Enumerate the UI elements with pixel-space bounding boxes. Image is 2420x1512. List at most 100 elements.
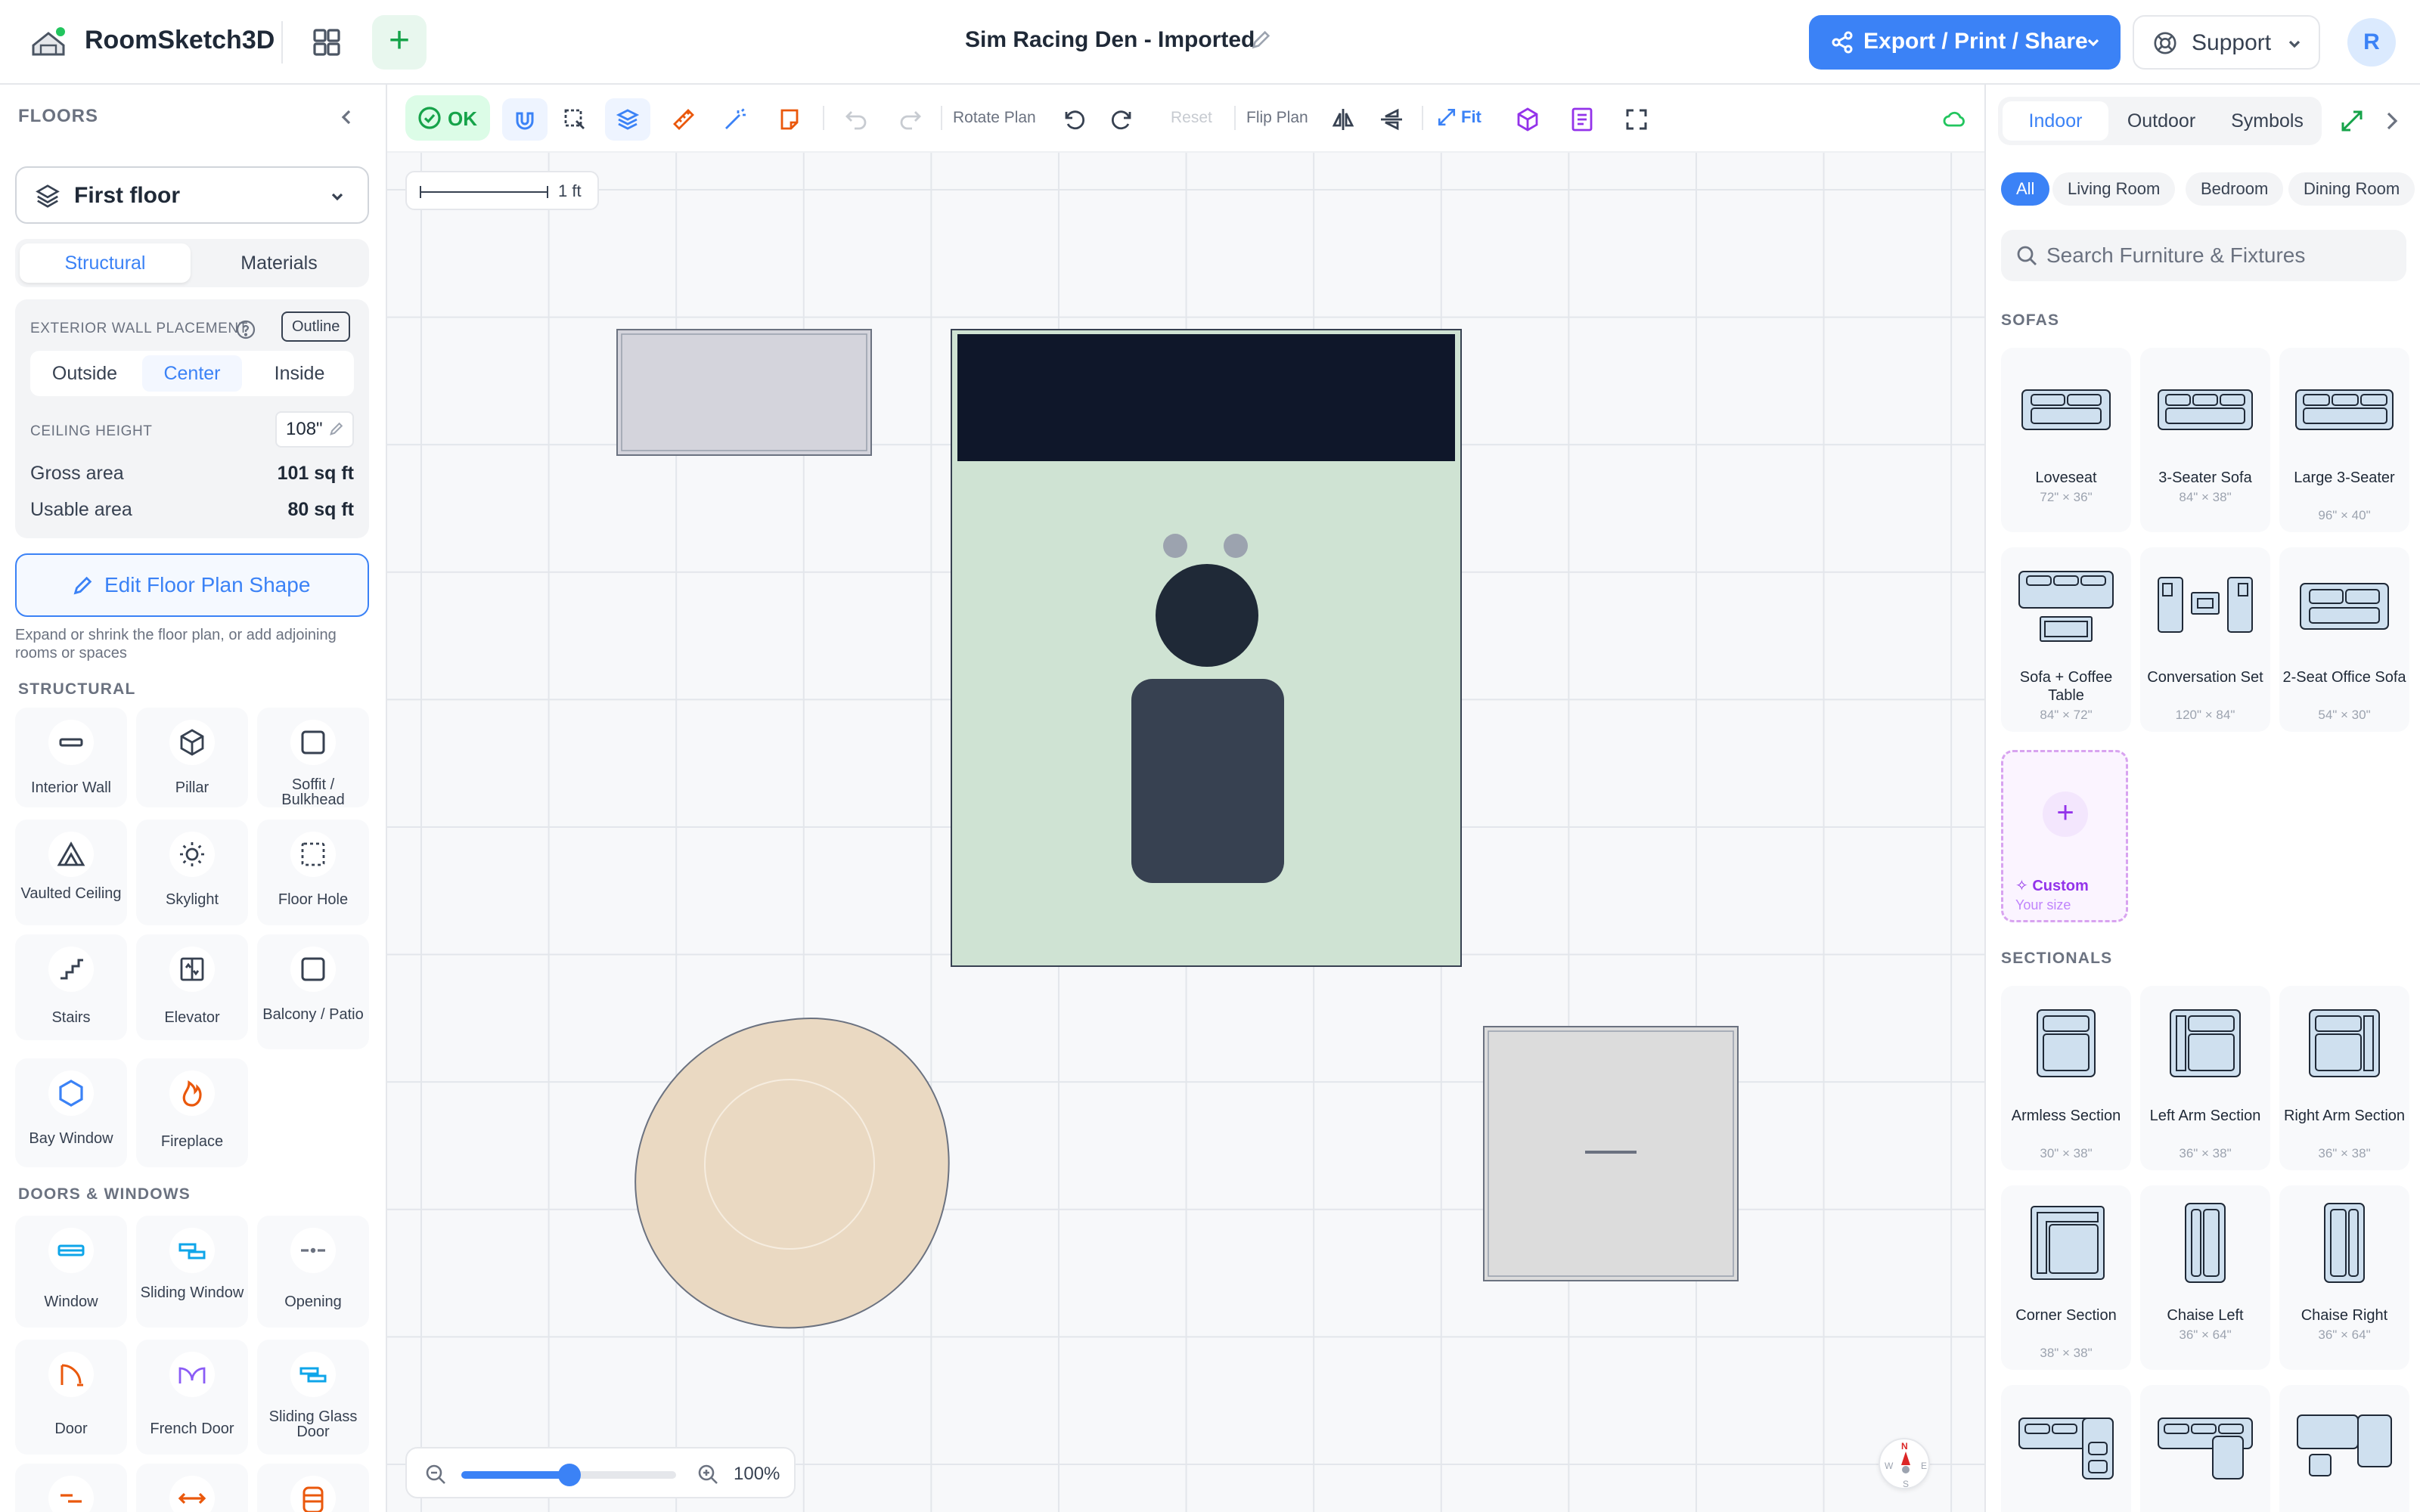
flip-vertical-icon[interactable] [1373,98,1410,141]
chevron-right-icon[interactable] [2379,109,2403,133]
help-icon[interactable] [236,318,256,339]
tab-indoor[interactable]: Indoor [2003,101,2108,141]
tile-skylight[interactable]: Skylight [136,820,248,925]
redo-icon[interactable] [892,98,929,141]
search-input[interactable] [2046,230,2394,281]
ceiling-height-field[interactable]: 108" [275,411,354,448]
card-2-seat-office-sofa[interactable]: 2-Seat Office Sofa 54" × 30" [2279,547,2409,732]
magic-wand-icon[interactable] [717,98,753,141]
document-title[interactable]: Sim Racing Den - Imported [965,27,1255,53]
card-sectional-set-1[interactable] [2001,1385,2131,1512]
magnet-snap-icon[interactable] [502,98,548,141]
fullscreen-icon[interactable] [1618,98,1655,141]
round-ottoman[interactable] [634,1018,950,1329]
compass-icon[interactable]: N W E S [1879,1438,1930,1489]
undo-icon[interactable] [838,98,874,141]
reset-button[interactable]: Reset [1171,109,1212,127]
outline-button[interactable]: Outline [281,311,351,342]
wall-option-outside[interactable]: Outside [35,355,135,392]
card-right-arm-section[interactable]: Right Arm Section 36" × 38" [2279,986,2409,1170]
tile-label: Interior Wall [31,779,111,796]
tile-floor-hole[interactable]: Floor Hole [257,820,369,925]
tile-fireplace[interactable]: Fireplace [136,1058,248,1167]
select-area-icon[interactable] [557,98,593,141]
rename-pencil-icon[interactable] [1249,29,1272,51]
edit-floor-plan-shape-button[interactable]: Edit Floor Plan Shape [15,553,369,617]
card-loveseat[interactable]: Loveseat 72" × 36" [2001,348,2131,532]
card-chaise-left[interactable]: Chaise Left 36" × 64" [2140,1185,2270,1370]
cloud-saved-icon[interactable] [1936,98,1972,141]
tab-materials[interactable]: Materials [194,243,365,283]
wall-option-center[interactable]: Center [142,355,242,392]
layers-toggle-icon[interactable] [605,98,650,141]
tab-outdoor[interactable]: Outdoor [2108,101,2214,141]
chip-living-room[interactable]: Living Room [2052,172,2176,206]
chip-all[interactable]: All [2001,172,2050,206]
tab-symbols[interactable]: Symbols [2214,101,2320,141]
card-sectional-set-2[interactable] [2140,1385,2270,1512]
card-corner-section[interactable]: Corner Section 38" × 38" [2001,1185,2131,1370]
rotate-left-icon[interactable] [1056,98,1092,141]
tile-opening[interactable]: Opening [257,1216,369,1328]
tab-structural[interactable]: Structural [20,243,191,283]
tile-interior-wall[interactable]: Interior Wall [15,708,127,807]
flip-horizontal-icon[interactable] [1325,98,1361,141]
wall-option-inside[interactable]: Inside [250,355,349,392]
zoom-in-icon[interactable] [697,1464,718,1485]
card-conversation-set[interactable]: Conversation Set 120" × 84" [2140,547,2270,732]
app-logo-icon[interactable] [27,21,70,64]
fit-button[interactable]: Fit [1437,98,1491,141]
new-project-button[interactable]: + [372,15,427,70]
tile-door[interactable]: Door [15,1340,127,1455]
card-armless-section[interactable]: Armless Section 30" × 38" [2001,986,2131,1170]
card-sectional-set-3[interactable] [2279,1385,2409,1512]
plan-grid[interactable]: 1 ft 100% N W E S [387,153,1984,1512]
floor-select[interactable]: First floor [15,166,369,224]
expand-panel-icon[interactable] [2340,109,2364,133]
tile-more-3[interactable] [257,1464,369,1512]
user-avatar[interactable]: R [2347,18,2396,67]
zoom-slider[interactable] [461,1464,676,1486]
tile-label: Door [54,1421,88,1437]
zoom-slider-knob[interactable] [558,1464,581,1486]
armless-section-thumbnail [2037,1009,2096,1077]
report-icon[interactable] [1564,98,1600,141]
collapse-chevron-left-icon[interactable] [336,106,357,127]
tile-sliding-window[interactable]: Sliding Window [136,1216,248,1328]
square-icon [290,720,336,765]
tile-bay-window[interactable]: Bay Window [15,1058,127,1167]
tv-screen[interactable] [957,334,1455,461]
tile-pillar[interactable]: Pillar [136,708,248,807]
chip-bedroom[interactable]: Bedroom [2186,172,2284,206]
tile-soffit-bulkhead[interactable]: Soffit / Bulkhead [257,708,369,807]
card-left-arm-section[interactable]: Left Arm Section 36" × 38" [2140,986,2270,1170]
card-3-seater-sofa[interactable]: 3-Seater Sofa 84" × 38" [2140,348,2270,532]
floor-plan-canvas[interactable]: OK Rotate Plan Reset Flip Plan Fit 1 ft … [387,85,1984,1512]
support-button[interactable]: Support [2133,15,2320,70]
tile-elevator[interactable]: Elevator [136,934,248,1040]
floor-name: First floor [74,183,180,208]
export-print-share-button[interactable]: Export / Print / Share [1809,15,2121,70]
tile-more-2[interactable] [136,1464,248,1512]
dashboard-grid-icon[interactable] [309,24,345,60]
rotate-right-icon[interactable] [1104,98,1140,141]
card-chaise-right[interactable]: Chaise Right 36" × 64" [2279,1185,2409,1370]
side-table[interactable] [616,329,872,456]
card-large-3-seater[interactable]: Large 3-Seater 96" × 40" [2279,348,2409,532]
racing-seat[interactable] [1131,679,1284,883]
tile-vaulted-ceiling[interactable]: Vaulted Ceiling [15,820,127,925]
tile-stairs[interactable]: Stairs [15,934,127,1040]
card-sofa-coffee-table[interactable]: Sofa + Coffee Table 84" × 72" [2001,547,2131,732]
ok-status-button[interactable]: OK [405,95,490,141]
custom-size-button[interactable]: + ✧ Custom Your size [2001,750,2128,922]
note-icon[interactable] [771,98,808,141]
tile-french-door[interactable]: French Door [136,1340,248,1455]
tile-sliding-glass-door[interactable]: Sliding Glass Door [257,1340,369,1455]
zoom-out-icon[interactable] [425,1464,446,1485]
chip-dining-room[interactable]: Dining Room [2288,172,2415,206]
tile-window[interactable]: Window [15,1216,127,1328]
3d-view-cube-icon[interactable] [1509,98,1546,141]
tile-more-1[interactable] [15,1464,127,1512]
ruler-icon[interactable] [666,98,702,141]
tile-balcony-patio[interactable]: Balcony / Patio [257,934,369,1049]
